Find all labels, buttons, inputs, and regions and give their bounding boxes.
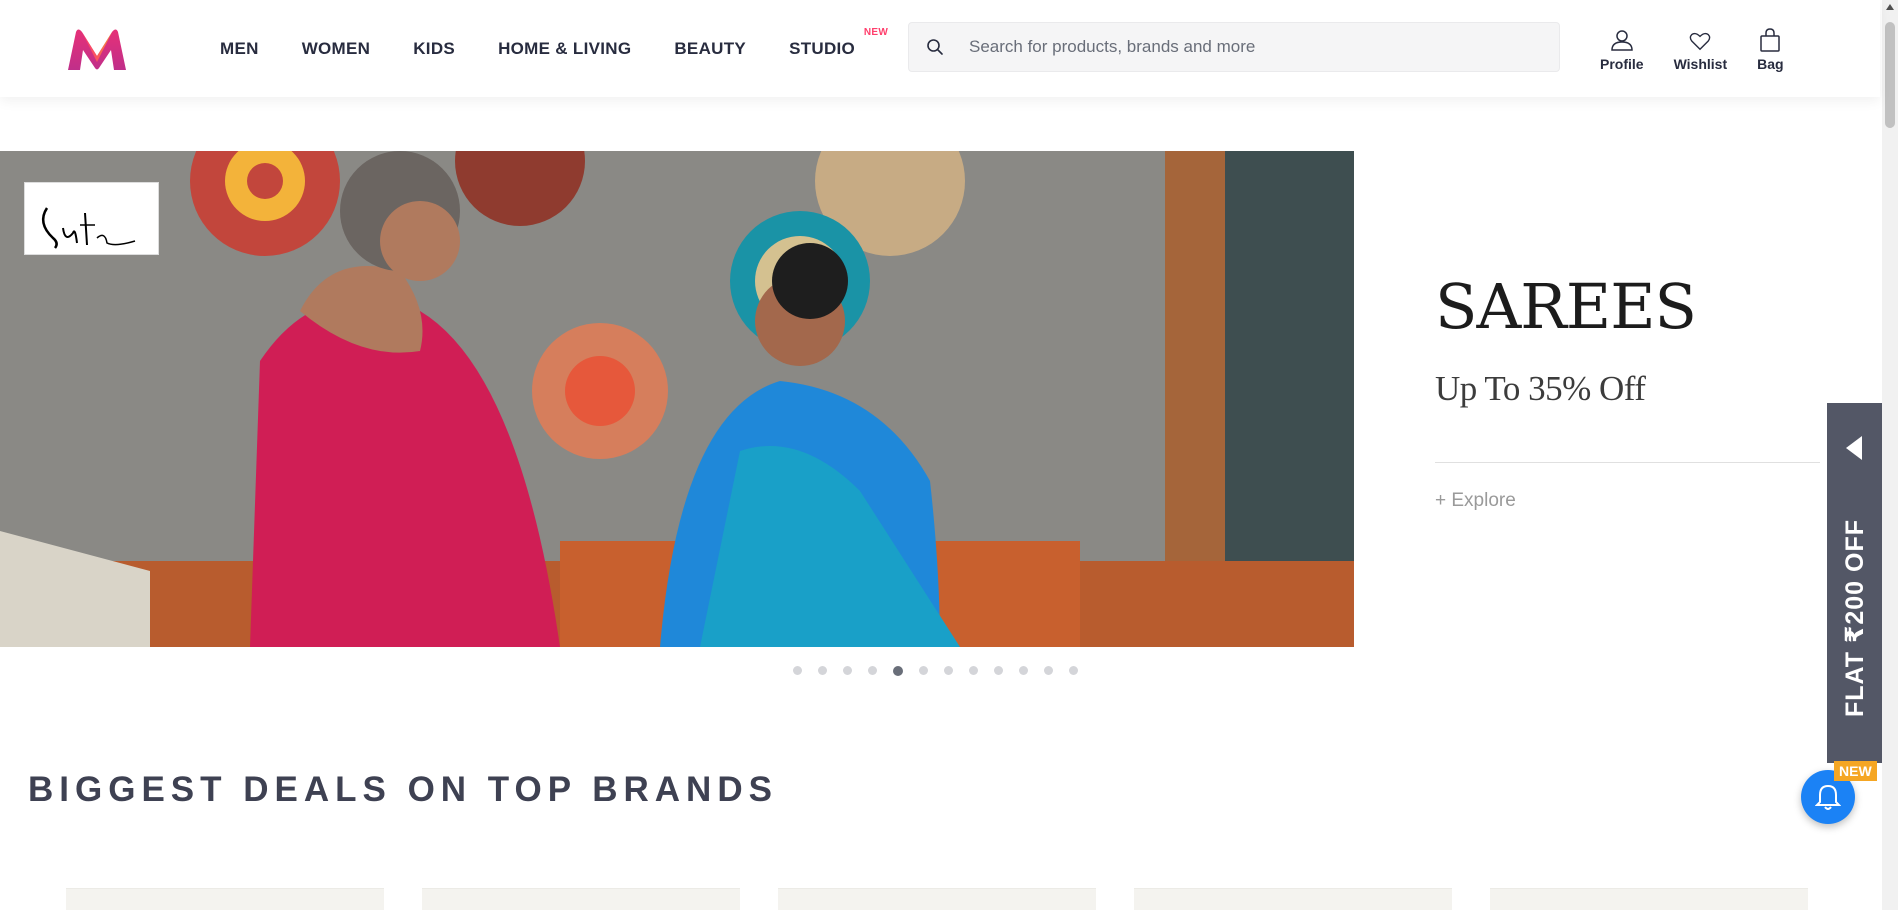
offer-new-badge: NEW bbox=[1834, 761, 1877, 781]
wishlist-button[interactable]: Wishlist bbox=[1673, 26, 1728, 72]
caret-left-icon bbox=[1846, 436, 1862, 460]
carousel-dot[interactable] bbox=[868, 666, 877, 675]
brand-deal-card[interactable] bbox=[66, 888, 384, 910]
carousel-dot[interactable] bbox=[1019, 666, 1028, 675]
profile-button[interactable]: Profile bbox=[1600, 26, 1644, 72]
hero-banner[interactable] bbox=[0, 151, 1354, 647]
brand-deal-card[interactable] bbox=[1134, 888, 1452, 910]
carousel-dot[interactable] bbox=[919, 666, 928, 675]
bag-icon bbox=[1759, 26, 1781, 52]
explore-link[interactable]: + Explore bbox=[1435, 490, 1516, 512]
search-input[interactable] bbox=[969, 37, 1549, 57]
nav-kids[interactable]: KIDS bbox=[413, 39, 455, 59]
banner-photo bbox=[0, 151, 1354, 647]
search-bar[interactable] bbox=[908, 22, 1560, 72]
brand-deal-card[interactable] bbox=[778, 888, 1096, 910]
bell-icon bbox=[1815, 784, 1841, 810]
promo-divider bbox=[1435, 462, 1820, 463]
scroll-thumb[interactable] bbox=[1885, 22, 1895, 128]
nav-home-living[interactable]: HOME & LIVING bbox=[498, 39, 631, 59]
nav-studio[interactable]: STUDIO NEW bbox=[789, 27, 888, 59]
carousel-dot[interactable] bbox=[994, 666, 1003, 675]
carousel-dot[interactable] bbox=[944, 666, 953, 675]
promo-subtitle: Up To 35% Off bbox=[1435, 369, 1646, 408]
top-header: MEN WOMEN KIDS HOME & LIVING BEAUTY STUD… bbox=[0, 0, 1880, 97]
page-scrollbar[interactable] bbox=[1882, 0, 1898, 910]
promo-title: SAREES bbox=[1435, 270, 1697, 343]
search-icon[interactable] bbox=[909, 22, 961, 72]
carousel-dot[interactable] bbox=[843, 666, 852, 675]
nav-studio-label: STUDIO bbox=[789, 38, 856, 58]
nav-women[interactable]: WOMEN bbox=[302, 39, 371, 59]
carousel-dots bbox=[793, 666, 1094, 676]
carousel-dot[interactable] bbox=[1069, 666, 1078, 675]
flat-offer-label: FLAT ₹200 OFF bbox=[1840, 519, 1869, 717]
main-nav: MEN WOMEN KIDS HOME & LIVING BEAUTY STUD… bbox=[220, 0, 898, 97]
profile-icon bbox=[1610, 26, 1634, 52]
brand-logo bbox=[24, 182, 159, 255]
nav-beauty[interactable]: BEAUTY bbox=[674, 39, 746, 59]
nav-men[interactable]: MEN bbox=[220, 39, 259, 59]
carousel-dot[interactable] bbox=[818, 666, 827, 675]
profile-label: Profile bbox=[1600, 56, 1644, 72]
banner-promo: SAREES Up To 35% Off bbox=[1435, 270, 1820, 409]
carousel-dot-active[interactable] bbox=[893, 666, 903, 676]
brand-deal-card[interactable] bbox=[422, 888, 740, 910]
brand-deal-card[interactable] bbox=[1490, 888, 1808, 910]
bag-label: Bag bbox=[1757, 56, 1784, 72]
wishlist-label: Wishlist bbox=[1673, 56, 1728, 72]
bag-button[interactable]: Bag bbox=[1757, 26, 1784, 72]
brand-deals-row bbox=[66, 888, 1846, 910]
nav-new-badge: NEW bbox=[863, 26, 889, 38]
carousel-dot[interactable] bbox=[1044, 666, 1053, 675]
heart-icon bbox=[1689, 26, 1711, 52]
flat-offer-tab[interactable]: FLAT ₹200 OFF bbox=[1827, 403, 1882, 763]
header-actions: Profile Wishlist Bag bbox=[1600, 26, 1814, 72]
scroll-up-icon[interactable] bbox=[1886, 4, 1894, 10]
carousel-dot[interactable] bbox=[969, 666, 978, 675]
section-title: BIGGEST DEALS ON TOP BRANDS bbox=[28, 770, 778, 809]
myntra-logo-icon[interactable] bbox=[66, 28, 128, 72]
carousel-dot[interactable] bbox=[793, 666, 802, 675]
